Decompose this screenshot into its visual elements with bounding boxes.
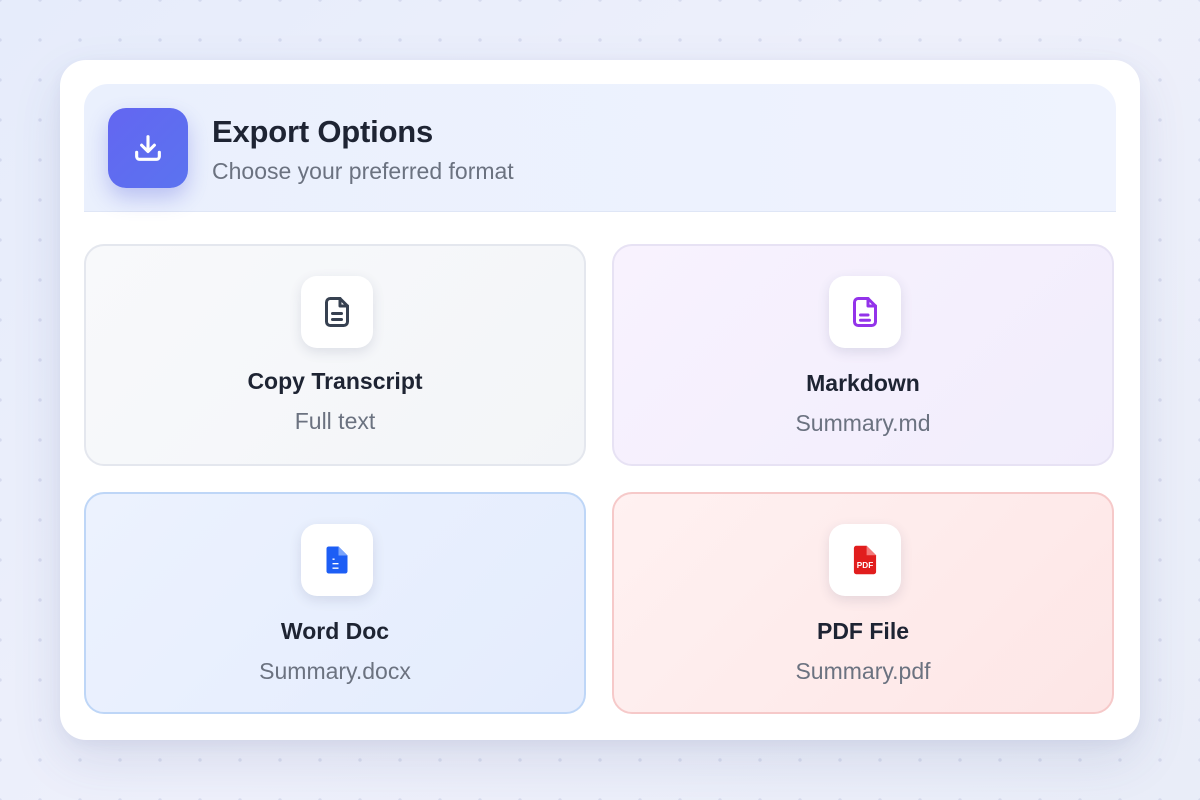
option-title: Copy Transcript [247, 368, 423, 394]
copy-transcript-option[interactable]: Copy Transcript Full text [84, 244, 586, 466]
option-subtitle: Summary.pdf [795, 658, 931, 684]
option-subtitle: Summary.md [795, 410, 931, 436]
pdf-file-icon: PDF [829, 524, 901, 596]
document-icon [301, 276, 373, 348]
option-title: PDF File [816, 618, 909, 644]
markdown-option[interactable]: Markdown Summary.md [612, 244, 1114, 466]
download-icon [108, 108, 188, 188]
option-subtitle: Full text [294, 408, 376, 434]
word-doc-option[interactable]: Word Doc Summary.docx [84, 492, 586, 714]
word-document-icon [301, 524, 373, 596]
pdf-file-option[interactable]: PDF PDF File Summary.pdf [612, 492, 1114, 714]
option-subtitle: Summary.docx [259, 658, 411, 684]
pdf-label: PDF [857, 561, 873, 570]
option-title: Word Doc [280, 618, 390, 644]
dialog-subtitle: Choose your preferred format [212, 158, 514, 184]
markdown-file-icon [829, 276, 901, 348]
export-options-dialog: Export Options Choose your preferred for… [60, 60, 1140, 740]
dialog-title: Export Options [212, 114, 434, 149]
option-title: Markdown [806, 370, 920, 396]
dialog-header: Export Options Choose your preferred for… [84, 84, 1116, 212]
